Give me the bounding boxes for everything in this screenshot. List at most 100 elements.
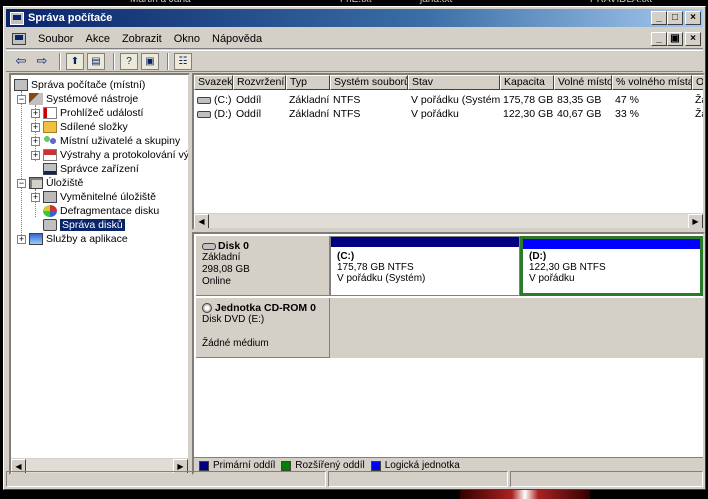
- computer-icon: [14, 79, 28, 91]
- column-header-type[interactable]: Typ: [286, 75, 330, 90]
- column-header-volume[interactable]: Svazek: [194, 75, 233, 90]
- type-cell: Základní: [289, 94, 330, 106]
- percent-free-cell: 33 %: [615, 108, 639, 120]
- show-tree-icon[interactable]: ▤: [87, 52, 105, 70]
- status-cell: V pořádku: [411, 108, 459, 120]
- tree-item-services-applications[interactable]: + Služby a aplikace: [17, 232, 128, 246]
- legend-label-logical: Logická jednotka: [384, 460, 460, 471]
- column-header-capacity[interactable]: Kapacita: [500, 75, 554, 90]
- status-pane: [510, 471, 703, 487]
- properties-icon[interactable]: ☷: [174, 52, 192, 70]
- tree-item-shared-folders[interactable]: + Sdílené složky: [31, 120, 128, 134]
- maximize-button[interactable]: □: [667, 11, 683, 25]
- drive-icon: [197, 96, 211, 104]
- help-icon[interactable]: ?: [120, 52, 138, 70]
- tree-item-label: Výstrahy a protokolování vý: [60, 149, 189, 161]
- legend-label-extended: Rozšířený oddíl: [295, 460, 365, 471]
- volume-row[interactable]: (C:) Oddíl Základní NTFS V pořádku (Syst…: [194, 94, 703, 107]
- toolbar-separator: [59, 52, 61, 70]
- tree-item-local-users[interactable]: + Místní uživatelé a skupiny: [31, 134, 180, 148]
- partition-c[interactable]: (C:) 175,78 GB NTFS V pořádku (Systém): [330, 236, 520, 296]
- partition-status: V pořádku (Systém): [337, 273, 426, 284]
- partition-size: 122,30 GB NTFS: [529, 262, 606, 273]
- partition-d[interactable]: (D:) 122,30 GB NTFS V pořádku: [520, 236, 703, 296]
- tree-item-label: Prohlížeč událostí: [60, 107, 144, 119]
- tree-item-label: Správa počítače (místní): [31, 79, 146, 91]
- volume-row[interactable]: (D:) Oddíl Základní NTFS V pořádku 122,3…: [194, 108, 703, 121]
- disk-graphical-view: Disk 0 Základní 298,08 GB Online (C:) 17…: [192, 232, 705, 475]
- logical-drive-bar: [523, 239, 700, 249]
- toolbar-separator: [113, 52, 115, 70]
- menu-action[interactable]: Akce: [79, 33, 115, 45]
- status-cell: V pořádku (Systém): [411, 94, 500, 106]
- disk-size: 298,08 GB: [202, 264, 250, 275]
- forward-arrow-icon[interactable]: ⇨: [33, 53, 51, 70]
- capacity-cell: 122,30 GB: [503, 108, 554, 120]
- expand-toggle[interactable]: +: [31, 192, 40, 202]
- tree-item-alerts[interactable]: + Výstrahy a protokolování vý: [31, 148, 189, 162]
- disk-status: Online: [202, 276, 231, 287]
- menu-help[interactable]: Nápověda: [206, 33, 268, 45]
- minimize-button[interactable]: _: [651, 11, 667, 25]
- menu-file[interactable]: Soubor: [32, 33, 79, 45]
- console-menu-icon[interactable]: [12, 32, 26, 45]
- child-close-button[interactable]: ×: [685, 32, 701, 46]
- scroll-left-button[interactable]: ◀: [194, 214, 209, 228]
- child-restore-button[interactable]: ▣: [667, 32, 683, 46]
- partition-name: (C:): [337, 251, 355, 262]
- wallpaper-fragment: [460, 490, 590, 499]
- menu-view[interactable]: Zobrazit: [116, 33, 168, 45]
- console-tree[interactable]: Správa počítače (místní) − Systémové nás…: [9, 73, 190, 475]
- tree-item-storage[interactable]: − Úložiště: [17, 176, 83, 190]
- file-system-cell: NTFS: [333, 94, 361, 106]
- menu-window[interactable]: Okno: [168, 33, 206, 45]
- tree-item-removable-storage[interactable]: + Vyměnitelné úložiště: [31, 190, 156, 204]
- list-horizontal-scrollbar[interactable]: ◀ ▶: [194, 213, 703, 228]
- tree-item-computer-management[interactable]: Správa počítače (místní): [14, 78, 145, 92]
- fault-tolerance-cell: Žá: [695, 94, 703, 106]
- expand-toggle[interactable]: +: [31, 136, 40, 146]
- column-header-layout[interactable]: Rozvržení: [233, 75, 286, 90]
- title-bar[interactable]: Správa počítače _ □ ×: [6, 9, 703, 27]
- storage-icon: [29, 177, 43, 189]
- tree-item-label: Správce zařízení: [60, 163, 139, 175]
- services-icon: [29, 233, 43, 245]
- window-controls: _ □ ×: [651, 11, 701, 25]
- tools-icon: [29, 93, 43, 105]
- column-header-free-space[interactable]: Volné místo: [554, 75, 612, 90]
- expand-toggle[interactable]: +: [31, 122, 40, 132]
- defrag-icon: [43, 205, 57, 217]
- layout-cell: Oddíl: [236, 94, 262, 106]
- tree-item-event-viewer[interactable]: + Prohlížeč událostí: [31, 106, 143, 120]
- expand-toggle[interactable]: +: [17, 234, 26, 244]
- disk-0-label[interactable]: Disk 0 Základní 298,08 GB Online: [196, 236, 330, 296]
- status-pane: [328, 471, 508, 487]
- status-pane: [6, 471, 326, 487]
- free-space-cell: 40,67 GB: [557, 108, 602, 120]
- console-icon[interactable]: ▣: [141, 52, 159, 70]
- expand-toggle[interactable]: +: [31, 108, 40, 118]
- close-button[interactable]: ×: [685, 11, 701, 25]
- column-header-fault-tolerance[interactable]: Od: [692, 75, 703, 90]
- computer-management-window: Správa počítače _ □ × Soubor Akce Zobraz…: [3, 6, 706, 490]
- tree-item-system-tools[interactable]: − Systémové nástroje: [17, 92, 138, 106]
- status-bar: [6, 471, 703, 487]
- column-header-percent-free[interactable]: % volného místa: [612, 75, 692, 90]
- column-header-status[interactable]: Stav: [408, 75, 500, 90]
- up-folder-icon[interactable]: ⬆: [66, 52, 84, 70]
- collapse-toggle[interactable]: −: [17, 94, 26, 104]
- collapse-toggle[interactable]: −: [17, 178, 26, 188]
- volume-list-header: Svazek Rozvržení Typ Systém souborů Stav…: [194, 75, 703, 90]
- tree-item-disk-management[interactable]: Správa disků: [43, 218, 125, 232]
- tree-item-device-manager[interactable]: Správce zařízení: [43, 162, 139, 176]
- back-arrow-icon[interactable]: ⇦: [12, 53, 30, 70]
- drive-spacer: [202, 326, 323, 338]
- cdrom-0-label[interactable]: Jednotka CD-ROM 0 Disk DVD (E:) Žádné mé…: [196, 298, 330, 358]
- tree-item-label: Služby a aplikace: [46, 233, 128, 245]
- child-minimize-button[interactable]: _: [651, 32, 667, 46]
- column-header-file-system[interactable]: Systém souborů: [330, 75, 408, 90]
- disk-name: Jednotka CD-ROM 0: [202, 302, 323, 314]
- scroll-right-button[interactable]: ▶: [688, 214, 703, 228]
- expand-toggle[interactable]: +: [31, 150, 40, 160]
- tree-item-disk-defragmenter[interactable]: Defragmentace disku: [43, 204, 159, 218]
